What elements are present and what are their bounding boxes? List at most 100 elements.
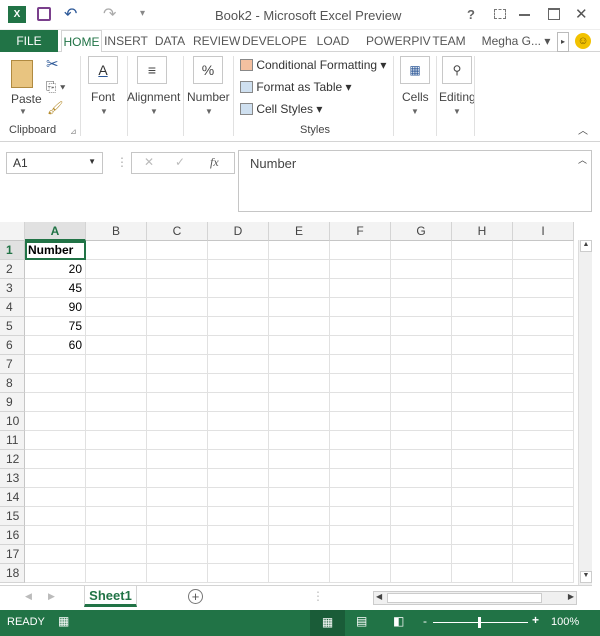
tab-insert[interactable]: INSERT: [104, 30, 148, 52]
cell-E5[interactable]: [269, 317, 330, 336]
cell-G17[interactable]: [391, 545, 452, 564]
cell-A10[interactable]: [25, 412, 86, 431]
cell-F13[interactable]: [330, 469, 391, 488]
cell-E9[interactable]: [269, 393, 330, 412]
cell-E10[interactable]: [269, 412, 330, 431]
cell-F17[interactable]: [330, 545, 391, 564]
cell-E16[interactable]: [269, 526, 330, 545]
cell-A6[interactable]: 60: [25, 336, 86, 355]
row-header-1[interactable]: 1: [0, 241, 25, 260]
cell-I12[interactable]: [513, 450, 574, 469]
tab-powerpivot[interactable]: POWERPIV: [366, 30, 431, 52]
cell-B3[interactable]: [86, 279, 147, 298]
cells-caret-icon[interactable]: ▼: [411, 107, 419, 116]
cell-D8[interactable]: [208, 374, 269, 393]
cell-H9[interactable]: [452, 393, 513, 412]
cell-F3[interactable]: [330, 279, 391, 298]
cell-E6[interactable]: [269, 336, 330, 355]
cell-A14[interactable]: [25, 488, 86, 507]
ribbon-display-icon[interactable]: [494, 9, 506, 19]
enter-icon[interactable]: ✓: [175, 155, 185, 169]
redo-icon[interactable]: ↷: [103, 4, 116, 24]
cell-G5[interactable]: [391, 317, 452, 336]
cell-B18[interactable]: [86, 564, 147, 583]
cells-button[interactable]: Cells: [402, 90, 429, 104]
editing-caret-icon[interactable]: ▼: [453, 107, 461, 116]
worksheet-grid[interactable]: A B C D E F G H I 1 Number 2 20 3 45 4 90 5 75 6 60 7 8 9 10 11 12…: [0, 222, 578, 584]
cell-F5[interactable]: [330, 317, 391, 336]
row-header-3[interactable]: 3: [0, 279, 25, 298]
cell-H18[interactable]: [452, 564, 513, 583]
column-header-C[interactable]: C: [147, 222, 208, 241]
alignment-icon[interactable]: ≡: [137, 56, 167, 84]
tab-data[interactable]: DATA: [151, 30, 189, 52]
cell-A5[interactable]: 75: [25, 317, 86, 336]
cell-I5[interactable]: [513, 317, 574, 336]
row-header-4[interactable]: 4: [0, 298, 25, 317]
cell-D10[interactable]: [208, 412, 269, 431]
cell-I3[interactable]: [513, 279, 574, 298]
row-header-11[interactable]: 11: [0, 431, 25, 450]
zoom-in-button[interactable]: +: [532, 613, 539, 627]
row-header-2[interactable]: 2: [0, 260, 25, 279]
tab-review[interactable]: REVIEW: [193, 30, 240, 52]
cell-D18[interactable]: [208, 564, 269, 583]
user-account[interactable]: Megha G... ▾: [480, 30, 552, 52]
page-layout-view-button[interactable]: ▤: [356, 614, 367, 628]
cell-A13[interactable]: [25, 469, 86, 488]
font-icon[interactable]: A: [88, 56, 118, 84]
row-header-12[interactable]: 12: [0, 450, 25, 469]
cell-H16[interactable]: [452, 526, 513, 545]
cell-B6[interactable]: [86, 336, 147, 355]
clipboard-launcher-icon[interactable]: ⊿: [70, 127, 77, 136]
cell-H17[interactable]: [452, 545, 513, 564]
zoom-level[interactable]: 100%: [551, 616, 579, 628]
cell-D16[interactable]: [208, 526, 269, 545]
cell-B17[interactable]: [86, 545, 147, 564]
cell-I14[interactable]: [513, 488, 574, 507]
cell-E15[interactable]: [269, 507, 330, 526]
cell-D12[interactable]: [208, 450, 269, 469]
cell-H8[interactable]: [452, 374, 513, 393]
cell-D5[interactable]: [208, 317, 269, 336]
number-button[interactable]: Number: [187, 90, 230, 104]
cell-E3[interactable]: [269, 279, 330, 298]
cell-F6[interactable]: [330, 336, 391, 355]
cell-G16[interactable]: [391, 526, 452, 545]
editing-button[interactable]: Editing: [439, 90, 476, 104]
cell-C11[interactable]: [147, 431, 208, 450]
cell-I7[interactable]: [513, 355, 574, 374]
cell-A12[interactable]: [25, 450, 86, 469]
editing-icon[interactable]: ⚲: [442, 56, 472, 84]
cell-F10[interactable]: [330, 412, 391, 431]
cell-H12[interactable]: [452, 450, 513, 469]
cell-C2[interactable]: [147, 260, 208, 279]
cell-D3[interactable]: [208, 279, 269, 298]
cell-E12[interactable]: [269, 450, 330, 469]
cell-F16[interactable]: [330, 526, 391, 545]
cell-B2[interactable]: [86, 260, 147, 279]
cell-C1[interactable]: [147, 241, 208, 260]
format-as-table-button[interactable]: Format as Table ▾: [240, 80, 352, 94]
cell-F2[interactable]: [330, 260, 391, 279]
cell-G8[interactable]: [391, 374, 452, 393]
vertical-scrollbar[interactable]: ▲ ▼: [578, 240, 592, 585]
tab-team[interactable]: TEAM: [430, 30, 468, 52]
cell-F7[interactable]: [330, 355, 391, 374]
cell-G14[interactable]: [391, 488, 452, 507]
cell-A16[interactable]: [25, 526, 86, 545]
row-header-16[interactable]: 16: [0, 526, 25, 545]
cell-B8[interactable]: [86, 374, 147, 393]
cell-F14[interactable]: [330, 488, 391, 507]
cell-I6[interactable]: [513, 336, 574, 355]
cell-G1[interactable]: [391, 241, 452, 260]
cell-C10[interactable]: [147, 412, 208, 431]
select-all-corner[interactable]: [0, 222, 25, 241]
zoom-out-button[interactable]: -: [423, 614, 427, 628]
horizontal-scrollbar[interactable]: ◀ ▶: [373, 591, 577, 605]
cell-F18[interactable]: [330, 564, 391, 583]
row-header-14[interactable]: 14: [0, 488, 25, 507]
scroll-right-icon[interactable]: ▶: [568, 592, 574, 601]
cell-I1[interactable]: [513, 241, 574, 260]
cell-I10[interactable]: [513, 412, 574, 431]
